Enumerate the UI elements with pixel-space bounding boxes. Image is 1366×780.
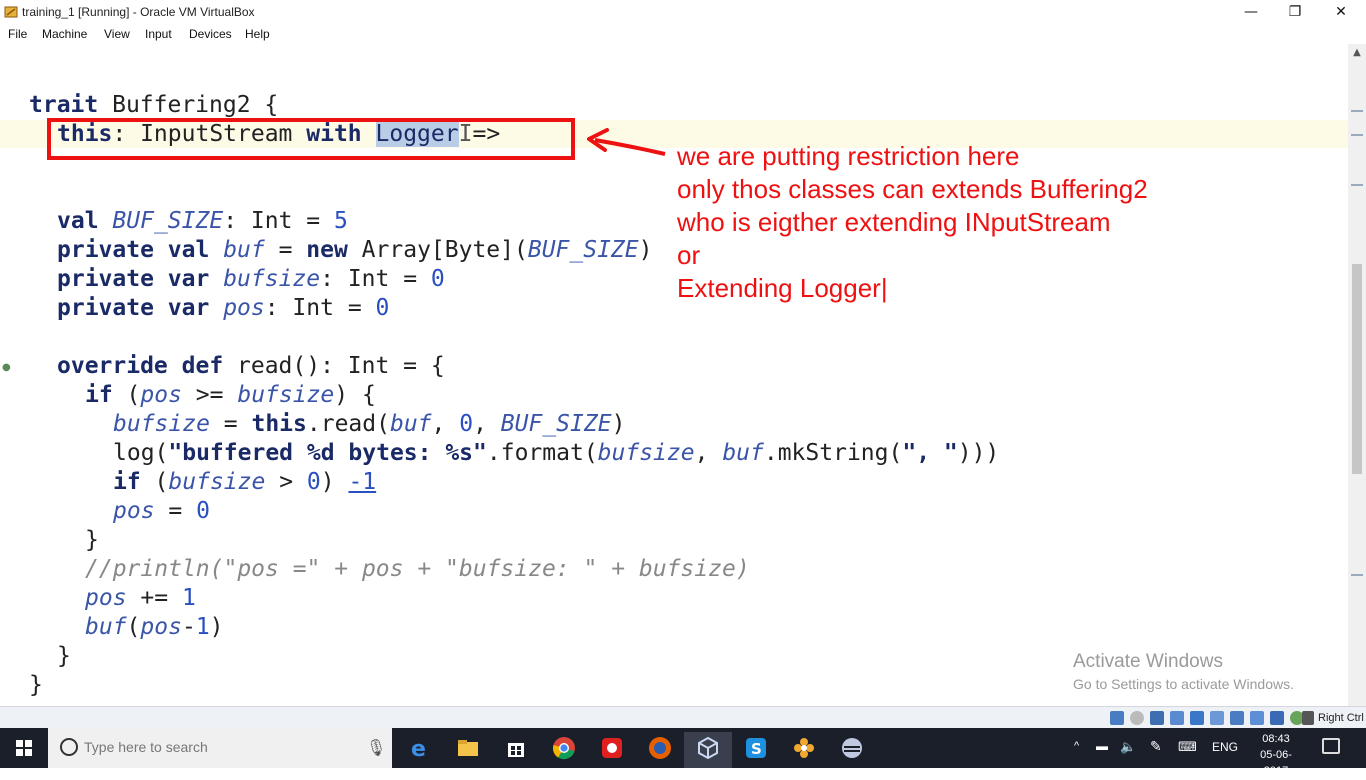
clock-time: 08:43: [1262, 733, 1290, 745]
host-key-label: Right Ctrl: [1318, 712, 1364, 724]
annotation-arrow-icon: [587, 128, 666, 156]
network-icon[interactable]: [1170, 711, 1184, 725]
keyboard-capture-icon[interactable]: [1302, 711, 1314, 725]
maximize-button[interactable]: ❐: [1272, 0, 1318, 24]
language-indicator[interactable]: ENG: [1212, 740, 1238, 780]
hard-disk-icon[interactable]: [1110, 711, 1124, 725]
activate-windows-subtitle: Go to Settings to activate Windows.: [1073, 676, 1294, 692]
skype-icon[interactable]: S: [732, 732, 780, 768]
virtualbox-taskbar-icon[interactable]: [684, 732, 732, 768]
menu-devices[interactable]: Devices: [189, 27, 232, 41]
code-line: private var pos: Int = 0: [57, 295, 390, 321]
display-icon[interactable]: [1230, 711, 1244, 725]
taskbar-search-box[interactable]: Type here to search 🎙: [48, 728, 392, 768]
activate-windows-title: Activate Windows: [1073, 651, 1223, 672]
code-line: pos += 1: [85, 585, 196, 611]
annotation-note: we are putting restriction here only tho…: [677, 141, 1148, 303]
menu-machine[interactable]: Machine: [42, 27, 87, 41]
scrollbar-thumb[interactable]: [1352, 264, 1362, 474]
menu-bar: File Machine View Input Devices Help: [0, 24, 1366, 44]
window-titlebar: training_1 [Running] - Oracle VM Virtual…: [0, 0, 1366, 24]
code-line: private val buf = new Array[Byte](BUF_SI…: [57, 237, 653, 263]
window-title: training_1 [Running] - Oracle VM Virtual…: [22, 5, 255, 19]
show-hidden-icons-icon[interactable]: ^: [1074, 740, 1079, 780]
code-line: trait Buffering2 {: [29, 92, 279, 118]
shared-folders-icon[interactable]: [1210, 711, 1224, 725]
audio-icon[interactable]: [1150, 711, 1164, 725]
annotation-highlight-box: [47, 118, 575, 160]
code-line: val BUF_SIZE: Int = 5: [57, 208, 348, 234]
file-explorer-icon[interactable]: [444, 732, 492, 768]
code-line: //println("pos =" + pos + "bufsize: " + …: [85, 556, 750, 582]
code-line: override def read(): Int = {: [57, 353, 445, 379]
photo-app-icon[interactable]: [588, 732, 636, 768]
menu-help[interactable]: Help: [245, 27, 270, 41]
scroll-marker: [1351, 184, 1363, 186]
scroll-marker: [1351, 574, 1363, 576]
search-icon: [60, 738, 78, 756]
eclipse-icon[interactable]: [828, 732, 876, 768]
firefox-icon[interactable]: [636, 732, 684, 768]
menu-view[interactable]: View: [104, 27, 130, 41]
search-placeholder: Type here to search: [84, 739, 208, 755]
volume-icon[interactable]: 🔈: [1120, 739, 1136, 779]
keyboard-icon[interactable]: ⌨: [1178, 739, 1197, 779]
action-center-icon[interactable]: [1322, 738, 1340, 754]
code-line: bufsize = this.read(buf, 0, BUF_SIZE): [113, 411, 626, 437]
clock-date: 05-06-2017: [1260, 749, 1292, 777]
edge-browser-icon[interactable]: e: [396, 732, 444, 768]
windows-taskbar: Type here to search 🎙 e S ^ ▬ 🔈 ✎ ⌨ ENG …: [0, 728, 1366, 777]
code-line: if (bufsize > 0) -1: [113, 469, 377, 495]
scroll-marker: [1351, 110, 1363, 112]
chrome-icon[interactable]: [540, 732, 588, 768]
code-line: }: [57, 643, 71, 669]
code-line: }: [29, 672, 43, 698]
menu-file[interactable]: File: [8, 27, 27, 41]
svg-text:e: e: [411, 737, 426, 760]
microphone-icon[interactable]: 🎙: [366, 738, 386, 757]
scroll-marker: [1351, 134, 1363, 136]
virtualbox-app-icon: [4, 6, 18, 18]
override-marker-icon: ●: [2, 362, 11, 373]
usb-icon[interactable]: [1190, 711, 1204, 725]
taskbar-clock[interactable]: 08:43 05-06-2017: [1250, 731, 1302, 779]
close-button[interactable]: ✕: [1318, 0, 1364, 24]
store-icon[interactable]: [492, 732, 540, 768]
windows-start-icon[interactable]: [0, 728, 48, 768]
flower-app-icon[interactable]: [780, 732, 828, 768]
menu-input[interactable]: Input: [145, 27, 172, 41]
code-line: pos = 0: [113, 498, 210, 524]
virtualbox-status-bar: Right Ctrl: [0, 706, 1366, 729]
code-line: private var bufsize: Int = 0: [57, 266, 445, 292]
editor-vertical-scrollbar[interactable]: ▲: [1348, 44, 1366, 706]
video-capture-icon[interactable]: [1250, 711, 1264, 725]
cpu-icon[interactable]: [1270, 711, 1284, 725]
minimize-button[interactable]: —: [1228, 0, 1274, 24]
svg-text:S: S: [751, 740, 762, 758]
optical-drive-icon[interactable]: [1130, 711, 1144, 725]
code-line: log("buffered %d bytes: %s".format(bufsi…: [113, 440, 1000, 466]
network-tray-icon[interactable]: ▬: [1096, 739, 1108, 779]
code-line: }: [85, 527, 99, 553]
pen-icon[interactable]: ✎: [1150, 738, 1162, 778]
code-line: if (pos >= bufsize) {: [85, 382, 376, 408]
code-line: buf(pos-1): [85, 614, 224, 640]
scroll-up-icon[interactable]: ▲: [1348, 44, 1366, 62]
